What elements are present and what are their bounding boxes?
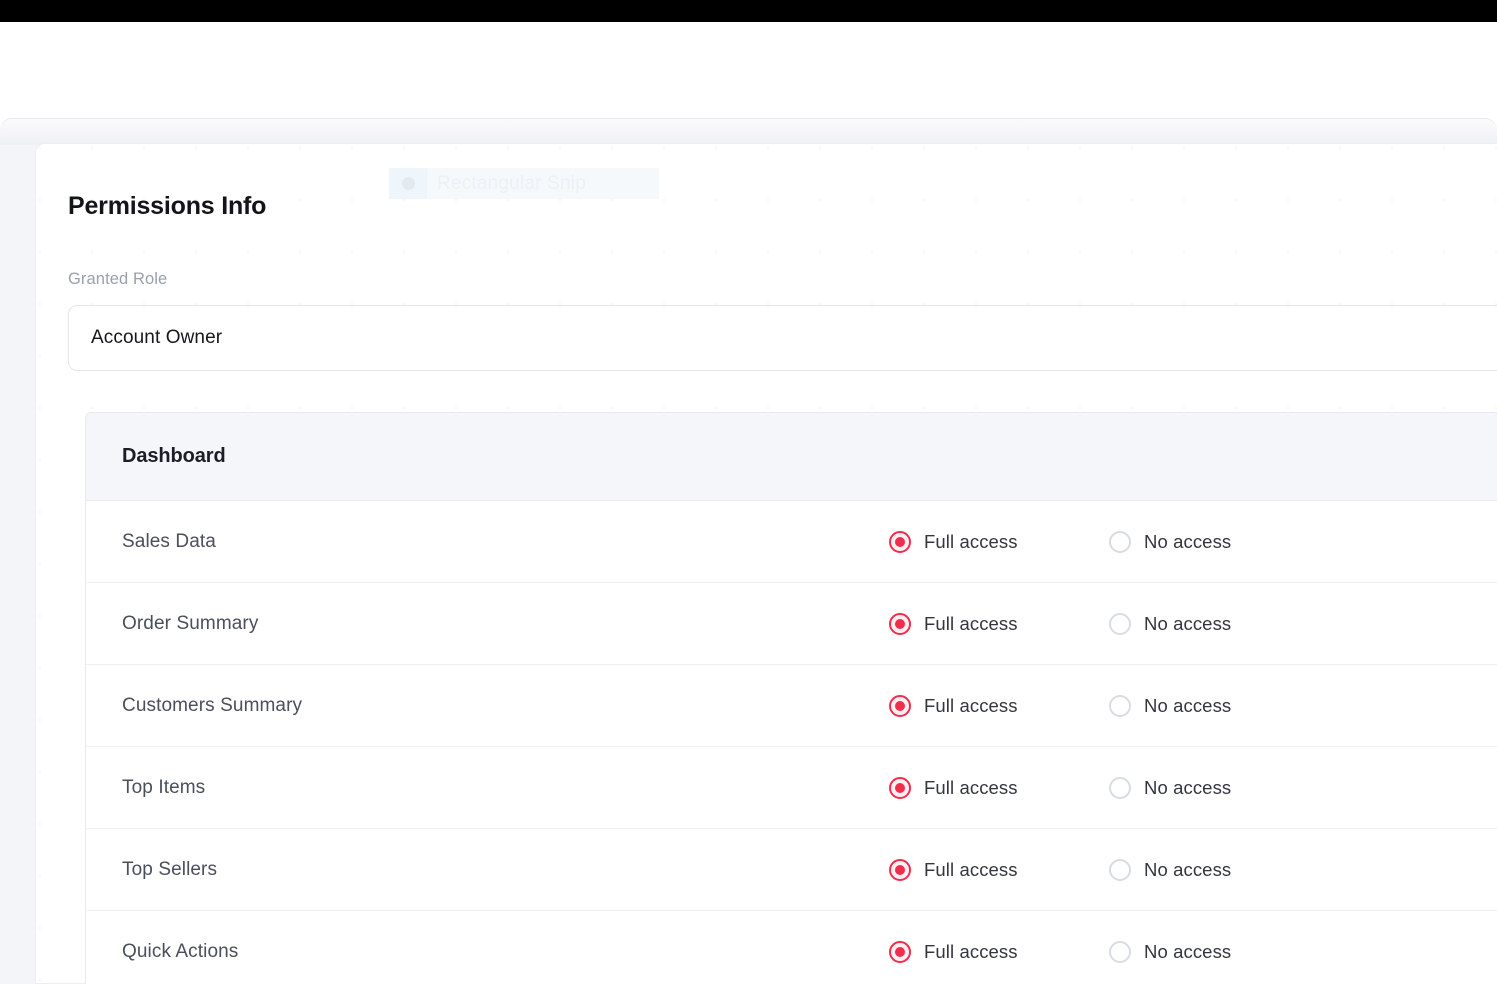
radio-option-label: Full access <box>924 531 1018 553</box>
permission-row-label: Sales Data <box>122 531 216 553</box>
radio-checked-icon[interactable] <box>889 941 911 963</box>
permission-row-label: Top Items <box>122 777 205 799</box>
radio-unchecked-icon[interactable] <box>1109 695 1131 717</box>
radio-dot-icon <box>895 865 905 875</box>
radio-option-label: No access <box>1144 613 1231 635</box>
radio-option-label: No access <box>1144 941 1231 963</box>
granted-role-value: Account Owner <box>91 327 222 349</box>
radio-dot-icon <box>895 619 905 629</box>
radio-unchecked-icon[interactable] <box>1109 859 1131 881</box>
radio-dot-icon <box>895 783 905 793</box>
radio-unchecked-icon[interactable] <box>1109 531 1131 553</box>
snip-icon-chip <box>389 168 427 199</box>
table-row: Top Sellers Full access No access <box>86 829 1497 911</box>
radio-checked-icon[interactable] <box>889 613 911 635</box>
radio-unchecked-icon[interactable] <box>1109 613 1131 635</box>
radio-dot-icon <box>895 701 905 711</box>
permission-group-header: Dashboard <box>86 413 1497 501</box>
permission-group-title: Dashboard <box>122 445 226 468</box>
radio-option-full[interactable]: Full access <box>889 859 1018 881</box>
snip-label-wrap: Rectangular Snip <box>427 168 659 199</box>
permission-row-label: Quick Actions <box>122 941 238 963</box>
permission-row-label: Order Summary <box>122 613 258 635</box>
radio-option-full[interactable]: Full access <box>889 941 1018 963</box>
radio-option-none[interactable]: No access <box>1109 531 1231 553</box>
radio-checked-icon[interactable] <box>889 859 911 881</box>
radio-checked-icon[interactable] <box>889 531 911 553</box>
permission-row-label: Customers Summary <box>122 695 302 717</box>
radio-option-label: Full access <box>924 941 1018 963</box>
table-row: Customers Summary Full access No access <box>86 665 1497 747</box>
radio-option-none[interactable]: No access <box>1109 859 1231 881</box>
snip-label: Rectangular Snip <box>437 173 586 195</box>
permission-row-label: Top Sellers <box>122 859 217 881</box>
window-top-black-bar <box>0 0 1497 22</box>
radio-option-none[interactable]: No access <box>1109 777 1231 799</box>
radio-option-full[interactable]: Full access <box>889 777 1018 799</box>
granted-role-select[interactable]: Account Owner <box>68 305 1497 371</box>
radio-option-none[interactable]: No access <box>1109 695 1231 717</box>
radio-option-label: No access <box>1144 777 1231 799</box>
page-top-whitespace <box>0 22 1497 118</box>
radio-dot-icon <box>895 537 905 547</box>
page-title: Permissions Info <box>68 192 266 221</box>
radio-option-none[interactable]: No access <box>1109 941 1231 963</box>
radio-option-full[interactable]: Full access <box>889 531 1018 553</box>
table-row: Quick Actions Full access No access <box>86 911 1497 984</box>
radio-option-label: Full access <box>924 695 1018 717</box>
radio-option-label: No access <box>1144 531 1231 553</box>
table-row: Order Summary Full access No access <box>86 583 1497 665</box>
radio-option-full[interactable]: Full access <box>889 613 1018 635</box>
radio-option-none[interactable]: No access <box>1109 613 1231 635</box>
app-root: Rectangular Snip Permissions Info Grante… <box>0 0 1497 984</box>
radio-option-full[interactable]: Full access <box>889 695 1018 717</box>
radio-option-label: No access <box>1144 695 1231 717</box>
rectangular-snip-overlay[interactable]: Rectangular Snip <box>389 168 659 199</box>
radio-option-label: No access <box>1144 859 1231 881</box>
table-row: Top Items Full access No access <box>86 747 1497 829</box>
radio-dot-icon <box>895 947 905 957</box>
radio-option-label: Full access <box>924 859 1018 881</box>
table-row: Sales Data Full access No access <box>86 501 1497 583</box>
radio-checked-icon[interactable] <box>889 695 911 717</box>
radio-option-label: Full access <box>924 777 1018 799</box>
radio-unchecked-icon[interactable] <box>1109 941 1131 963</box>
permissions-table: DashboardSales DataFull accessNo accessO… <box>85 412 1497 984</box>
circle-dot-icon <box>402 177 415 190</box>
radio-checked-icon[interactable] <box>889 777 911 799</box>
radio-unchecked-icon[interactable] <box>1109 777 1131 799</box>
radio-option-label: Full access <box>924 613 1018 635</box>
granted-role-label: Granted Role <box>68 270 167 289</box>
